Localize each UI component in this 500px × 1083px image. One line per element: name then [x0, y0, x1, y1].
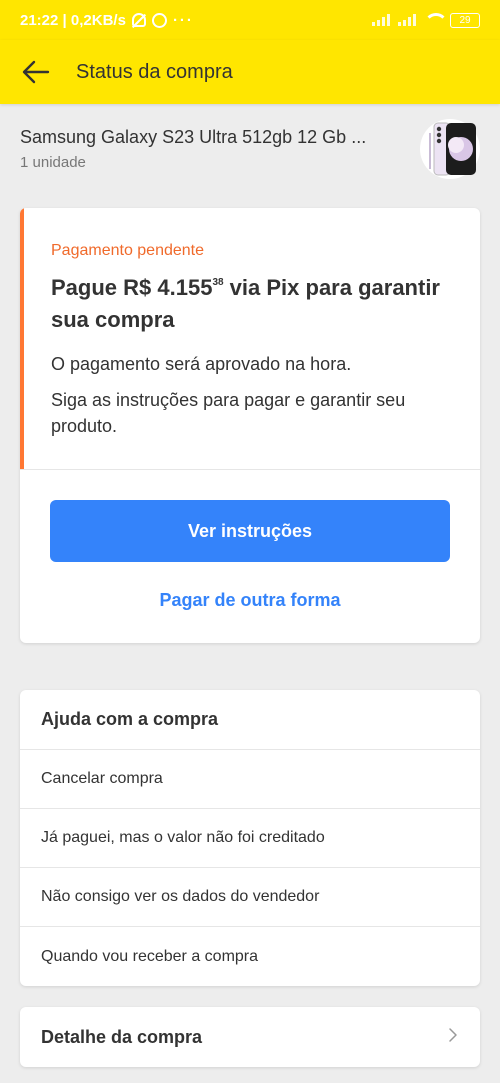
help-card: Ajuda com a compra Cancelar compra Já pa… [20, 690, 480, 986]
app-bar: Status da compra [0, 40, 500, 104]
more-notifications-icon: ··· [172, 11, 194, 29]
help-item-seller-data[interactable]: Não consigo ver os dados do vendedor [20, 868, 480, 927]
system-status-bar: 21:22 | 0,2KB/s ··· 29 [0, 0, 500, 40]
view-instructions-button[interactable]: Ver instruções [50, 500, 450, 563]
phone-image-icon [429, 122, 476, 176]
back-arrow-icon[interactable] [18, 54, 54, 90]
payment-card: Pagamento pendente Pague R$ 4.15538 via … [20, 208, 480, 644]
product-thumbnail[interactable] [420, 119, 480, 179]
signal-icon [372, 14, 390, 26]
help-item-paid-not-credited[interactable]: Já paguei, mas o valor não foi creditado [20, 809, 480, 868]
pay-another-way-link[interactable]: Pagar de outra forma [50, 590, 450, 611]
purchase-detail-label: Detalhe da compra [41, 1026, 203, 1047]
headline-cents: 38 [212, 277, 224, 288]
muted-bell-icon [131, 13, 146, 27]
page-title: Status da compra [76, 60, 233, 83]
payment-status-label: Pagamento pendente [51, 242, 205, 259]
chevron-right-icon [448, 1027, 458, 1048]
headline-amount: Pague R$ 4.155 [51, 275, 213, 300]
product-name: Samsung Galaxy S23 Ultra 512gb 12 Gb ... [20, 127, 367, 147]
wifi-icon [424, 13, 448, 27]
status-time-speed: 21:22 | 0,2KB/s [20, 11, 126, 29]
signal-icon-2 [398, 14, 416, 26]
help-item-cancel[interactable]: Cancelar compra [20, 750, 480, 809]
battery-icon: 29 [450, 12, 480, 28]
whatsapp-icon [151, 12, 167, 28]
help-item-delivery[interactable]: Quando vou receber a compra [20, 927, 480, 986]
instructions-text: Siga as instruções para pagar e garantir… [51, 389, 406, 437]
product-header[interactable]: Samsung Galaxy S23 Ultra 512gb 12 Gb ...… [0, 104, 500, 194]
payment-headline: Pague R$ 4.15538 via Pix para garantir s… [51, 272, 450, 336]
help-title: Ajuda com a compra [20, 690, 480, 750]
purchase-detail-row[interactable]: Detalhe da compra [20, 1007, 480, 1067]
approval-text: O pagamento será aprovado na hora. [51, 353, 352, 374]
product-quantity: 1 unidade [20, 154, 86, 171]
